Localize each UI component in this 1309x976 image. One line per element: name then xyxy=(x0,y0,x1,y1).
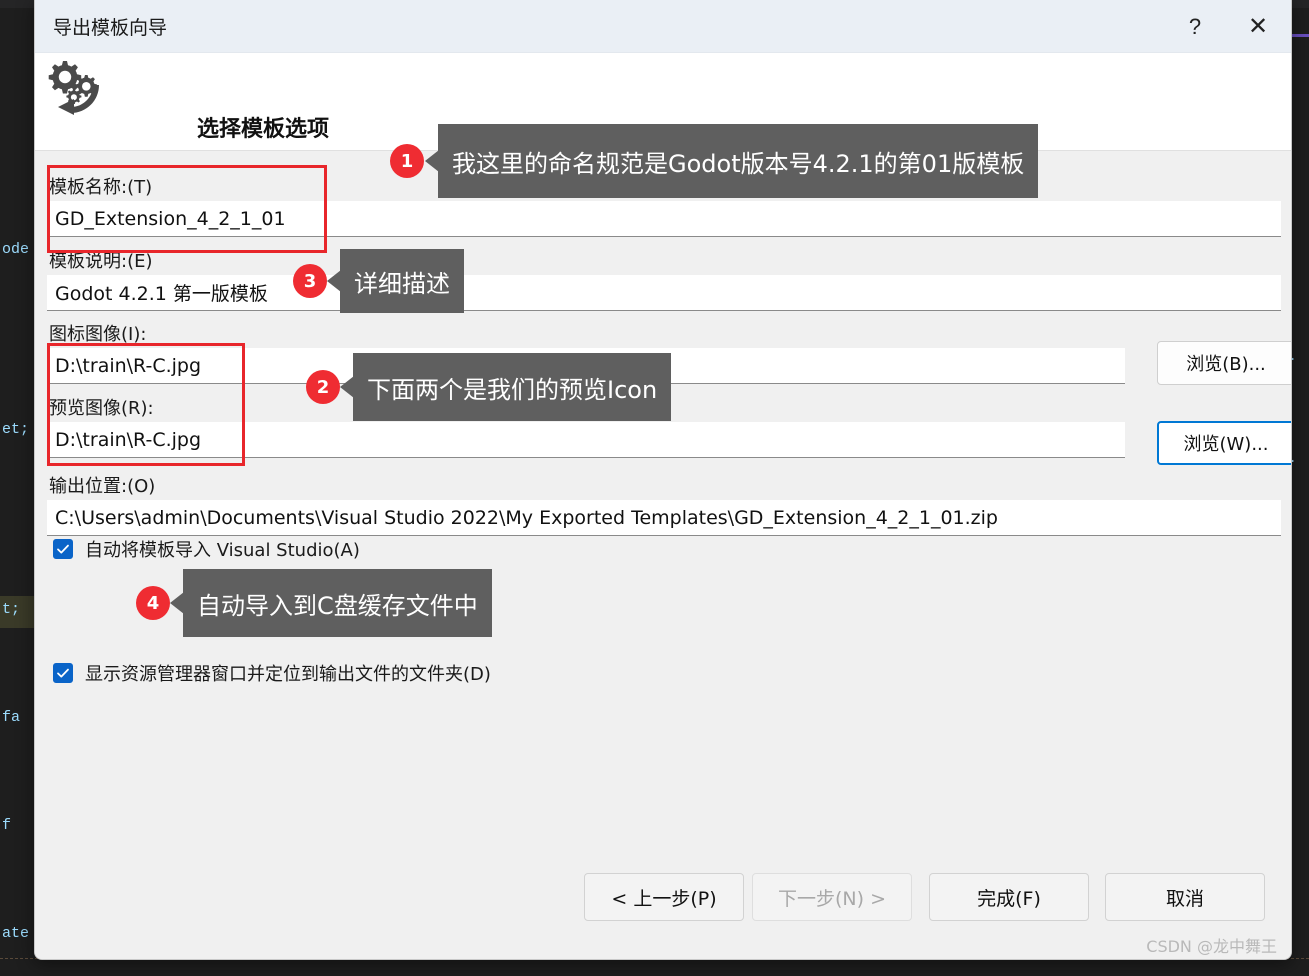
code-line: ode xyxy=(2,241,30,258)
close-icon[interactable]: ✕ xyxy=(1225,0,1291,53)
watermark: CSDN @龙中舞王 xyxy=(1146,937,1277,956)
annotation-callout-1: 我这里的命名规范是Godot版本号4.2.1的第01版模板 xyxy=(438,124,1039,198)
code-line: fa xyxy=(2,709,21,726)
template-description-input[interactable]: Godot 4.2.1 第一版模板 xyxy=(47,275,1281,311)
code-line: f xyxy=(2,817,12,834)
dialog-footer: < 上一步(P) 下一步(N) > 完成(F) 取消 xyxy=(35,859,1291,959)
output-location-input[interactable]: C:\Users\admin\Documents\Visual Studio 2… xyxy=(47,500,1281,536)
annotation-callout-2: 下面两个是我们的预览Icon xyxy=(353,353,672,421)
code-line: t; xyxy=(2,601,21,618)
code-line: et; xyxy=(2,421,30,438)
window-buttons: ? ✕ xyxy=(1165,0,1291,53)
cancel-button[interactable]: 取消 xyxy=(1105,873,1265,921)
annotation-callout-3: 详细描述 xyxy=(340,249,464,313)
annotation-badge-3: 3 xyxy=(293,264,327,298)
checkbox-checked-icon[interactable] xyxy=(53,663,73,683)
show-explorer-checkbox-label: 显示资源管理器窗口并定位到输出文件的文件夹(D) xyxy=(85,664,491,685)
auto-import-checkbox-label: 自动将模板导入 Visual Studio(A) xyxy=(85,540,360,561)
next-button: 下一步(N) > xyxy=(752,873,912,921)
dialog-body: 模板名称:(T) GD_Extension_4_2_1_01 模板说明:(E) … xyxy=(35,124,1291,859)
template-description-label: 模板说明:(E) xyxy=(49,251,153,272)
annotation-badge-2: 2 xyxy=(306,370,340,404)
show-explorer-checkbox-row[interactable]: 显示资源管理器窗口并定位到输出文件的文件夹(D) xyxy=(53,660,491,686)
preview-image-input[interactable]: D:\train\R-C.jpg xyxy=(47,422,1125,458)
auto-import-checkbox-row[interactable]: 自动将模板导入 Visual Studio(A) xyxy=(53,536,360,562)
preview-image-label: 预览图像(R): xyxy=(49,398,154,419)
finish-button[interactable]: 完成(F) xyxy=(929,873,1089,921)
annotation-badge-1: 1 xyxy=(390,144,424,178)
preview-browse-button[interactable]: 浏览(W)... xyxy=(1157,421,1291,465)
icon-browse-button[interactable]: 浏览(B)... xyxy=(1157,341,1291,385)
editor-bottom-strip xyxy=(0,958,1309,976)
template-name-label: 模板名称:(T) xyxy=(49,177,153,198)
editor-left-code: ode et; t; fa f ate e, , f rso xyxy=(0,0,34,976)
gears-export-icon xyxy=(41,53,111,123)
checkbox-checked-icon[interactable] xyxy=(53,539,73,559)
help-icon[interactable]: ? xyxy=(1165,0,1225,53)
icon-image-label: 图标图像(I): xyxy=(49,324,147,345)
annotation-callout-4: 自动导入到C盘缓存文件中 xyxy=(183,569,492,637)
dialog-titlebar: 导出模板向导 ? ✕ xyxy=(35,0,1291,53)
export-template-wizard-dialog: 导出模板向导 ? ✕ 选择模板选项 模板名称:(T) GD_Extension_… xyxy=(34,0,1292,960)
dialog-title: 导出模板向导 xyxy=(53,16,168,39)
code-line: ate xyxy=(2,925,30,942)
output-location-label: 输出位置:(O) xyxy=(49,476,156,497)
page-title: 选择模板选项 xyxy=(197,117,330,142)
annotation-badge-4: 4 xyxy=(136,586,170,620)
template-name-input[interactable]: GD_Extension_4_2_1_01 xyxy=(47,201,1281,237)
back-button[interactable]: < 上一步(P) xyxy=(584,873,744,921)
